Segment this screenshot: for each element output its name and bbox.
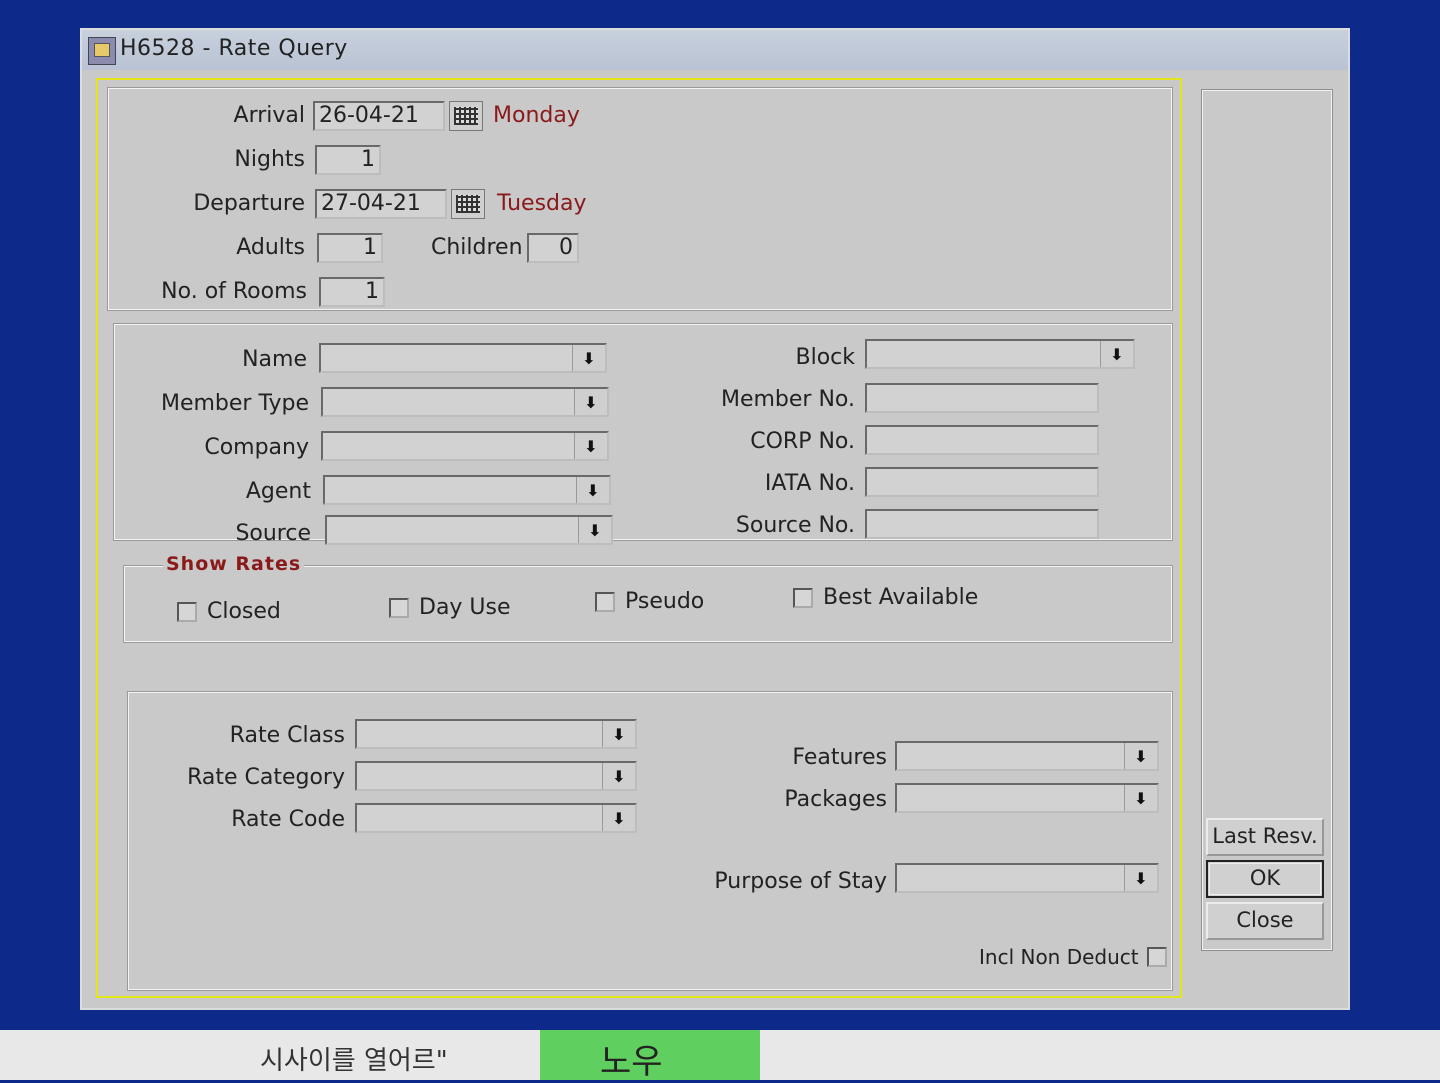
arrival-field[interactable]: 26-04-21 — [313, 101, 445, 131]
incl-non-deduct-label: Incl Non Deduct — [979, 945, 1139, 969]
adults-field[interactable]: 1 — [317, 233, 383, 263]
down-arrow-icon[interactable]: ⬇ — [1124, 743, 1157, 769]
down-arrow-icon[interactable]: ⬇ — [1100, 341, 1133, 367]
checkbox-icon[interactable] — [793, 587, 813, 608]
checkbox-icon[interactable] — [177, 601, 197, 622]
down-arrow-icon[interactable]: ⬇ — [574, 433, 607, 459]
background-text: 시사이를 열어르" — [260, 1046, 448, 1076]
checkbox-icon[interactable] — [1146, 947, 1167, 967]
source-label: Source — [235, 521, 311, 546]
rate-query-window: H6528 - Rate Query Arrival 26-04-21 Mond… — [80, 28, 1350, 1010]
window-title: H6528 - Rate Query — [120, 36, 348, 61]
down-arrow-icon[interactable]: ⬇ — [578, 517, 611, 543]
packages-label: Packages — [784, 787, 887, 812]
down-arrow-icon[interactable]: ⬇ — [602, 805, 635, 831]
green-tab-text: 노우 — [600, 1042, 663, 1082]
packages-dropdown[interactable]: ⬇ — [895, 783, 1159, 813]
checkbox-icon[interactable] — [389, 597, 409, 618]
ok-button[interactable]: OK — [1206, 860, 1324, 898]
company-label: Company — [204, 435, 309, 460]
closed-checkbox[interactable]: Closed — [177, 599, 281, 624]
arrival-day: Monday — [493, 103, 580, 128]
member-type-dropdown[interactable]: ⬇ — [321, 387, 609, 417]
features-dropdown[interactable]: ⬇ — [895, 741, 1159, 771]
closed-label: Closed — [207, 599, 281, 624]
rate-code-dropdown[interactable]: ⬇ — [355, 803, 637, 833]
source-no-label: Source No. — [735, 513, 855, 538]
children-label: Children — [431, 235, 523, 260]
name-dropdown[interactable]: ⬇ — [319, 343, 607, 373]
source-no-field[interactable] — [865, 509, 1099, 539]
down-arrow-icon[interactable]: ⬇ — [574, 389, 607, 415]
form-area: Arrival 26-04-21 Monday Nights 1 Departu… — [96, 78, 1182, 998]
rate-class-label: Rate Class — [229, 723, 345, 748]
rate-code-label: Rate Code — [231, 807, 345, 832]
purpose-of-stay-label: Purpose of Stay — [714, 869, 887, 894]
nights-label: Nights — [234, 147, 305, 172]
arrival-calendar-icon[interactable] — [449, 101, 483, 131]
departure-day: Tuesday — [497, 191, 587, 216]
app-icon — [88, 37, 116, 65]
children-field[interactable]: 0 — [527, 233, 579, 263]
name-label: Name — [242, 347, 307, 372]
departure-label: Departure — [193, 191, 305, 216]
rooms-field[interactable]: 1 — [319, 277, 385, 307]
show-rates-panel: Show Rates Closed Day Use Pseudo Best Av… — [123, 553, 1173, 643]
rates-panel: Rate Class ⬇ Rate Category ⬇ Rate Code ⬇… — [127, 691, 1173, 991]
down-arrow-icon[interactable]: ⬇ — [1124, 865, 1157, 891]
day-use-checkbox[interactable]: Day Use — [389, 595, 511, 620]
block-label: Block — [795, 345, 855, 370]
last-resv-button[interactable]: Last Resv. — [1206, 818, 1324, 856]
pseudo-label: Pseudo — [625, 589, 705, 614]
best-available-label: Best Available — [823, 585, 979, 610]
nights-field[interactable]: 1 — [315, 145, 381, 175]
down-arrow-icon[interactable]: ⬇ — [602, 763, 635, 789]
iata-no-label: IATA No. — [764, 471, 855, 496]
company-dropdown[interactable]: ⬇ — [321, 431, 609, 461]
iata-no-field[interactable] — [865, 467, 1099, 497]
down-arrow-icon[interactable]: ⬇ — [572, 345, 605, 371]
purpose-of-stay-dropdown[interactable]: ⬇ — [895, 863, 1159, 893]
member-no-field[interactable] — [865, 383, 1099, 413]
corp-no-label: CORP No. — [750, 429, 855, 454]
arrival-label: Arrival — [233, 103, 305, 128]
corp-no-field[interactable] — [865, 425, 1099, 455]
down-arrow-icon[interactable]: ⬇ — [602, 721, 635, 747]
taskbar-strip: 시사이를 열어르" 노우 — [0, 1030, 1440, 1082]
title-bar[interactable]: H6528 - Rate Query — [82, 30, 1348, 70]
day-use-label: Day Use — [419, 595, 511, 620]
rate-category-dropdown[interactable]: ⬇ — [355, 761, 637, 791]
block-dropdown[interactable]: ⬇ — [865, 339, 1135, 369]
dates-panel: Arrival 26-04-21 Monday Nights 1 Departu… — [107, 87, 1173, 311]
down-arrow-icon[interactable]: ⬇ — [576, 477, 609, 503]
down-arrow-icon[interactable]: ⬇ — [1124, 785, 1157, 811]
rate-class-dropdown[interactable]: ⬇ — [355, 719, 637, 749]
close-button[interactable]: Close — [1206, 902, 1324, 940]
pseudo-checkbox[interactable]: Pseudo — [595, 589, 704, 614]
profile-panel: Name ⬇ Member Type ⬇ Company ⬇ Agent ⬇ S… — [113, 323, 1173, 546]
agent-label: Agent — [245, 479, 311, 504]
member-type-label: Member Type — [160, 391, 309, 416]
green-tab[interactable]: 노우 — [540, 1030, 760, 1082]
member-no-label: Member No. — [720, 387, 855, 412]
agent-dropdown[interactable]: ⬇ — [323, 475, 611, 505]
show-rates-legend: Show Rates — [163, 553, 305, 575]
rate-category-label: Rate Category — [187, 765, 345, 790]
checkbox-icon[interactable] — [595, 591, 615, 612]
features-label: Features — [792, 745, 887, 770]
rooms-label: No. of Rooms — [161, 279, 307, 304]
adults-label: Adults — [236, 235, 305, 260]
source-dropdown[interactable]: ⬇ — [325, 515, 613, 545]
departure-field[interactable]: 27-04-21 — [315, 189, 447, 219]
incl-non-deduct-checkbox[interactable]: Incl Non Deduct — [979, 945, 1167, 969]
departure-calendar-icon[interactable] — [451, 189, 485, 219]
best-available-checkbox[interactable]: Best Available — [793, 585, 978, 610]
